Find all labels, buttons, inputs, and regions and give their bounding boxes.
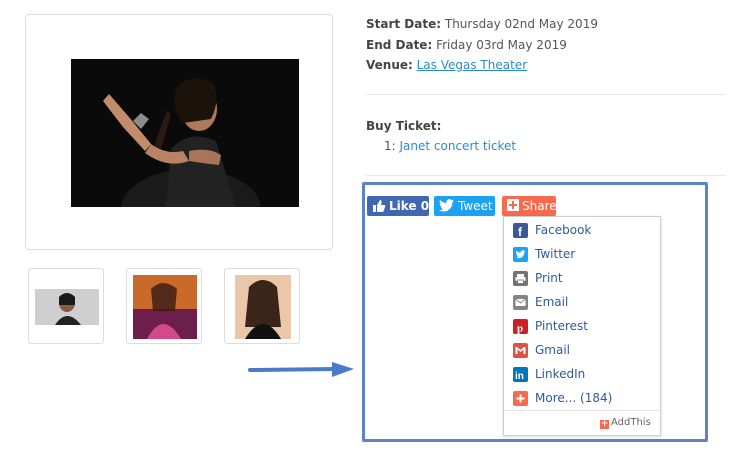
divider <box>366 175 726 176</box>
addthis-plus-icon: + <box>600 419 609 429</box>
addthis-branding[interactable]: + AddThis <box>600 417 651 429</box>
share-menu-item-label: Facebook <box>535 223 592 237</box>
share-menu-item-twitter[interactable]: Twitter <box>513 245 658 263</box>
twitter-icon <box>513 247 528 262</box>
thumbnail-2[interactable] <box>126 268 202 344</box>
svg-text:p: p <box>517 323 523 335</box>
thumbnail-3[interactable] <box>224 268 300 344</box>
facebook-like-button[interactable]: Like 0 <box>367 196 429 216</box>
end-date-row: End Date: Friday 03rd May 2019 <box>366 38 567 52</box>
tweet-button[interactable]: Tweet <box>434 196 495 216</box>
facebook-icon: f <box>513 223 528 238</box>
share-menu-item-gmail[interactable]: Gmail <box>513 341 658 359</box>
twitter-bird-icon <box>439 199 454 212</box>
start-date-label: Start Date: <box>366 17 442 31</box>
arrow-right-icon <box>248 362 354 377</box>
end-date-label: End Date: <box>366 38 433 52</box>
share-menu-item-email[interactable]: Email <box>513 293 658 311</box>
share-menu-item-facebook[interactable]: f Facebook <box>513 221 658 239</box>
plus-icon <box>507 199 519 211</box>
share-menu-item-label: LinkedIn <box>535 367 586 381</box>
share-menu-item-pinterest[interactable]: p Pinterest <box>513 317 658 335</box>
start-date-value: Thursday 02nd May 2019 <box>444 17 598 31</box>
thumbnail-image <box>235 275 291 339</box>
share-menu-item-label: Email <box>535 295 569 309</box>
buy-ticket-heading: Buy Ticket: <box>366 119 441 133</box>
share-menu-item-print[interactable]: Print <box>513 269 658 287</box>
share-menu-item-label: Pinterest <box>535 319 589 333</box>
thumbs-up-icon <box>373 200 386 212</box>
divider <box>366 94 726 95</box>
start-date-row: Start Date: Thursday 02nd May 2019 <box>366 17 598 31</box>
share-menu-item-more[interactable]: More... (184) <box>513 389 658 407</box>
share-menu-item-label: Print <box>535 271 563 285</box>
svg-text:in: in <box>515 371 524 382</box>
share-menu-item-label: Gmail <box>535 343 571 357</box>
share-button[interactable]: Share <box>502 196 557 216</box>
like-count: 0 <box>420 199 430 213</box>
ticket-link[interactable]: Janet concert ticket <box>400 139 517 153</box>
main-image-frame <box>25 14 333 250</box>
venue-link[interactable]: Las Vegas Theater <box>417 58 528 72</box>
share-menu-item-label: Twitter <box>535 247 576 261</box>
main-concert-photo <box>71 59 299 207</box>
linkedin-icon: in <box>513 367 528 382</box>
share-menu-item-label: More... (184) <box>535 391 613 405</box>
share-menu: f Facebook Twitter Print Email p Pintere… <box>503 216 661 436</box>
addthis-label: AddThis <box>611 417 651 428</box>
like-label: Like <box>389 199 417 213</box>
email-icon <box>513 295 528 310</box>
tweet-label: Tweet <box>458 199 493 213</box>
svg-text:f: f <box>518 225 523 238</box>
ticket-index: 1: <box>384 139 396 153</box>
pinterest-icon: p <box>513 319 528 334</box>
plus-icon <box>513 391 528 406</box>
end-date-value: Friday 03rd May 2019 <box>436 38 567 52</box>
menu-divider <box>504 410 660 411</box>
venue-label: Venue: <box>366 58 413 72</box>
ticket-list-item: 1: Janet concert ticket <box>384 139 516 153</box>
venue-row: Venue: Las Vegas Theater <box>366 58 527 72</box>
thumbnail-image <box>133 275 197 339</box>
thumbnail-image <box>35 289 99 325</box>
thumbnail-1[interactable] <box>28 268 104 344</box>
gmail-icon <box>513 343 528 358</box>
share-menu-item-linkedin[interactable]: in LinkedIn <box>513 365 658 383</box>
buy-ticket-label: Buy Ticket: <box>366 119 442 133</box>
print-icon <box>513 271 528 286</box>
share-label: Share <box>522 199 557 213</box>
